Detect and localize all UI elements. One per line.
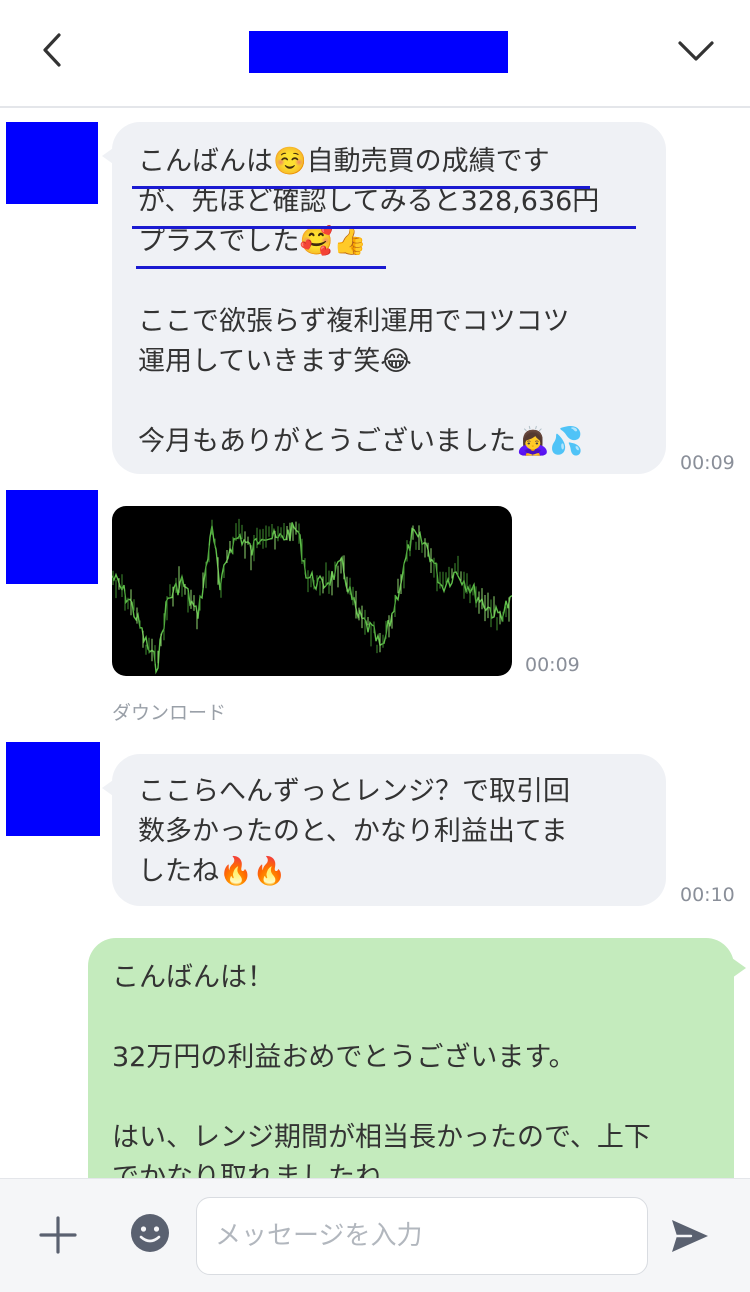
send-button[interactable] [666, 1213, 712, 1259]
message-timestamp: 00:10 [680, 884, 735, 906]
download-link[interactable]: ダウンロード [112, 698, 226, 725]
send-icon [672, 1220, 708, 1252]
back-button[interactable] [32, 28, 76, 72]
message-list[interactable]: こんばんは☺️自動売買の成績です が、先ほど確認してみると328,636円 プラ… [0, 108, 750, 1178]
highlight-underline [132, 226, 636, 229]
sender-avatar[interactable] [6, 490, 98, 584]
price-chart-image[interactable] [112, 506, 512, 676]
bubble-tail [732, 958, 746, 978]
message-line: 数多かったのと、かなり利益出てま [138, 816, 568, 847]
message-bubble[interactable]: ここらへんずっとレンジ？で取引回 数多かったのと、かなり利益出てま したね🔥🔥 [102, 754, 666, 906]
message-line: ここで欲張らず複利運用でコツコツ [138, 306, 570, 337]
price-chart-svg [112, 518, 512, 675]
sender-avatar[interactable] [6, 742, 100, 836]
highlight-underline [132, 186, 590, 189]
chat-menu-button[interactable] [672, 28, 720, 72]
plus-icon [39, 1216, 77, 1254]
my-message-bubble[interactable]: こんばんは！ 32万円の利益おめでとうございます。 はい、レンジ期間が相当長かっ… [88, 938, 746, 1178]
message-line: でかなり取れましたね。 [112, 1162, 409, 1178]
bubble-tail [102, 146, 116, 166]
message-line: したね🔥🔥 [138, 856, 287, 887]
bubble-tail [102, 778, 116, 798]
sticker-button[interactable] [128, 1211, 172, 1255]
message-timestamp: 00:09 [680, 452, 735, 474]
chevron-left-icon [43, 33, 61, 67]
message-line: はい、レンジ期間が相当長かったので、上下 [112, 1122, 651, 1153]
composer-bar [0, 1178, 750, 1292]
chevron-down-icon [678, 41, 714, 61]
message-line: こんばんは！ [112, 962, 274, 993]
message-line: 32万円の利益おめでとうございます。 [112, 1042, 576, 1073]
message-line: 今月もありがとうございました🙇‍♀️💦 [138, 426, 584, 457]
price-line [112, 522, 512, 675]
smiley-icon [131, 1214, 169, 1252]
highlight-underline [136, 266, 386, 269]
message-timestamp: 00:09 [525, 654, 580, 676]
chat-title-redaction [249, 31, 508, 73]
message-line: ここらへんずっとレンジ？で取引回 [138, 776, 570, 807]
message-input[interactable] [196, 1197, 648, 1275]
add-attachment-button[interactable] [36, 1213, 80, 1257]
sender-avatar[interactable] [6, 122, 98, 204]
message-bubble[interactable]: こんばんは☺️自動売買の成績です が、先ほど確認してみると328,636円 プラ… [102, 122, 666, 474]
message-line: 運用していきます笑😂 [138, 346, 412, 377]
message-line: こんばんは☺️自動売買の成績です [138, 146, 550, 177]
chat-header [0, 0, 750, 108]
